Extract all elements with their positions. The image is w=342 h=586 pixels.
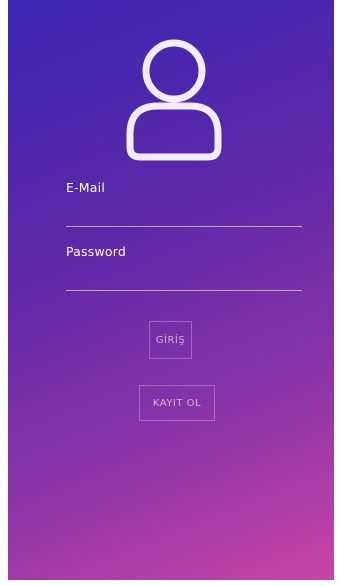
user-profile-icon [126,39,222,161]
email-label: E-Mail [66,180,105,195]
login-button[interactable]: GİRİŞ [149,321,192,359]
email-input[interactable] [66,202,302,227]
password-input[interactable] [66,266,302,291]
register-button[interactable]: KAYIT OL [139,385,215,421]
login-screen: E-Mail Password GİRİŞ KAYIT OL [8,0,334,580]
password-label: Password [66,244,126,259]
